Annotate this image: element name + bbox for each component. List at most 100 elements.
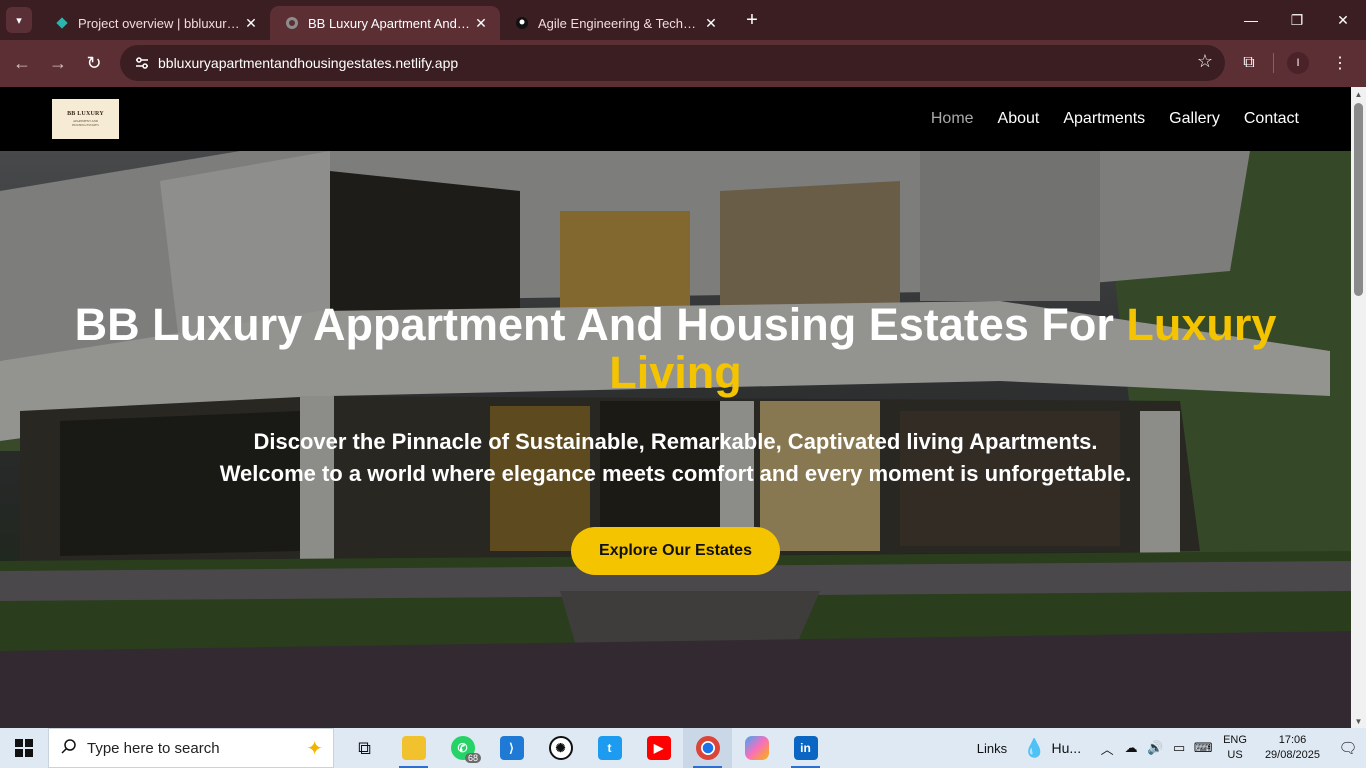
window-controls: — ❐ ✕: [1228, 0, 1366, 40]
clock-time: 17:06: [1278, 734, 1307, 746]
system-tray: Links 💧 Hu... ︿ ☁ 🔊 ▭ ⌨ ENG US 17:06 29/…: [977, 728, 1366, 768]
site-navbar: BB LUXURY APARTMENT AND HOUSING ESTATES …: [0, 87, 1351, 151]
links-toolbar[interactable]: Links: [977, 741, 1007, 756]
scroll-up-icon[interactable]: ▲: [1351, 87, 1366, 101]
chevron-down-icon: ▾: [16, 14, 22, 27]
weather-text: Hu...: [1051, 740, 1082, 756]
whatsapp-badge: 68: [464, 753, 481, 763]
humidity-drop-icon: 💧: [1023, 737, 1046, 758]
file-explorer-icon: [401, 736, 426, 760]
nav-apartments[interactable]: Apartments: [1063, 110, 1145, 128]
close-window-button[interactable]: ✕: [1320, 0, 1366, 40]
puzzle-icon: ⧉: [1243, 54, 1255, 71]
nav-gallery[interactable]: Gallery: [1169, 110, 1220, 128]
nav-home[interactable]: Home: [931, 110, 974, 128]
page-viewport: BB LUXURY APARTMENT AND HOUSING ESTATES …: [0, 87, 1366, 728]
taskbar-apps: ⧉ ✆ 68 ⟩ ✺ t ▶ in: [340, 728, 830, 768]
browser-tab-bar: ▾ Project overview | bbluxuryapar ✕ BB L…: [0, 0, 1366, 40]
site-menu: Home About Apartments Gallery Contact: [931, 87, 1299, 151]
avatar: I: [1287, 52, 1309, 74]
twitter-button[interactable]: t: [585, 728, 634, 768]
toolbar-right: ⧉ I ⋮: [1231, 45, 1358, 81]
forward-button[interactable]: →: [40, 46, 76, 82]
input-language[interactable]: ENG US: [1223, 733, 1247, 763]
linkedin-button[interactable]: in: [781, 728, 830, 768]
chrome-button[interactable]: [683, 728, 732, 768]
task-view-button[interactable]: ⧉: [340, 728, 389, 768]
hero-title: BB Luxury Appartment And Housing Estates…: [0, 301, 1351, 397]
minimize-button[interactable]: —: [1228, 0, 1274, 40]
youtube-button[interactable]: ▶: [634, 728, 683, 768]
extensions-button[interactable]: ⧉: [1231, 45, 1267, 81]
battery-icon[interactable]: ▭: [1167, 740, 1191, 756]
site-logo[interactable]: BB LUXURY APARTMENT AND HOUSING ESTATES: [52, 99, 119, 139]
arrow-right-icon: →: [49, 53, 67, 73]
onedrive-cloud-icon[interactable]: ☁: [1119, 740, 1143, 756]
new-tab-button[interactable]: +: [738, 6, 766, 34]
taskbar-search-box[interactable]: Type here to search ✦: [48, 728, 334, 768]
tab-agile-engineering[interactable]: Agile Engineering & Technical S ✕: [500, 6, 730, 40]
whatsapp-button[interactable]: ✆ 68: [438, 728, 487, 768]
nav-about[interactable]: About: [998, 110, 1040, 128]
keyboard-icon[interactable]: ⌨: [1191, 740, 1215, 756]
vscode-button[interactable]: ⟩: [487, 728, 536, 768]
copilot-button[interactable]: [732, 728, 781, 768]
bookmark-star-icon[interactable]: ☆: [1197, 51, 1213, 72]
browser-toolbar: ← → ↻ bbluxuryapartmentandhousingestates…: [0, 40, 1366, 87]
url-text: bbluxuryapartmentandhousingestates.netli…: [158, 55, 459, 71]
chrome-icon: [695, 736, 720, 760]
back-button[interactable]: ←: [4, 46, 40, 82]
chevron-up-icon[interactable]: ︿: [1095, 739, 1119, 758]
system-clock[interactable]: 17:06 29/08/2025: [1265, 733, 1320, 763]
globe-icon: [284, 15, 300, 31]
tab-bb-luxury[interactable]: BB Luxury Apartment And Hous ✕: [270, 6, 500, 40]
lang-line2: US: [1227, 749, 1243, 761]
chatgpt-icon: ✺: [548, 736, 573, 760]
search-placeholder: Type here to search: [87, 739, 220, 757]
logo-line3: HOUSING ESTATES: [72, 123, 99, 127]
notification-icon[interactable]: 🗨: [1330, 739, 1366, 757]
vscode-icon: ⟩: [499, 736, 524, 760]
close-tab-icon[interactable]: ✕: [472, 15, 490, 32]
windows-logo-icon: [15, 739, 33, 757]
close-tab-icon[interactable]: ✕: [702, 15, 720, 32]
close-tab-icon[interactable]: ✕: [242, 15, 260, 32]
copilot-sparkle-icon: ✦: [306, 737, 323, 760]
file-explorer-button[interactable]: [389, 728, 438, 768]
netlify-diamond-icon: [54, 15, 70, 31]
nav-contact[interactable]: Contact: [1244, 110, 1299, 128]
tab-title: BB Luxury Apartment And Hous: [308, 15, 472, 31]
scrollbar-thumb[interactable]: [1354, 103, 1363, 296]
clock-date: 29/08/2025: [1264, 749, 1320, 761]
explore-estates-button[interactable]: Explore Our Estates: [571, 527, 780, 575]
task-view-icon: ⧉: [358, 737, 371, 758]
profile-button[interactable]: I: [1280, 45, 1316, 81]
lang-line1: ENG: [1223, 734, 1247, 746]
copilot-icon: [744, 736, 769, 760]
toolbar-divider: [1273, 53, 1274, 73]
tab-project-overview[interactable]: Project overview | bbluxuryapar ✕: [40, 6, 270, 40]
logo-line1: BB LUXURY: [67, 111, 104, 117]
hero-subtitle-line2: Welcome to a world where elegance meets …: [219, 461, 1132, 486]
page-scrollbar[interactable]: ▲ ▼: [1351, 87, 1366, 728]
hero-subtitle-line1: Discover the Pinnacle of Sustainable, Re…: [253, 429, 1098, 454]
scroll-down-icon[interactable]: ▼: [1351, 714, 1366, 728]
weather-widget[interactable]: 💧 Hu...: [1023, 738, 1081, 759]
search-icon: [61, 738, 77, 759]
youtube-icon: ▶: [646, 736, 671, 760]
tab-title: Project overview | bbluxuryapar: [78, 15, 242, 31]
start-button[interactable]: [0, 728, 48, 768]
browser-menu-button[interactable]: ⋮: [1322, 45, 1358, 81]
github-icon: [514, 15, 530, 31]
address-bar[interactable]: bbluxuryapartmentandhousingestates.netli…: [120, 45, 1225, 81]
arrow-left-icon: ←: [13, 53, 31, 73]
chatgpt-button[interactable]: ✺: [536, 728, 585, 768]
volume-icon[interactable]: 🔊: [1143, 740, 1167, 756]
site-settings-icon[interactable]: [130, 51, 154, 75]
hero-subtitle: Discover the Pinnacle of Sustainable, Re…: [0, 426, 1351, 490]
more-vert-icon: ⋮: [1332, 55, 1348, 72]
tab-search-button[interactable]: ▾: [6, 7, 32, 33]
maximize-button[interactable]: ❐: [1274, 0, 1320, 40]
reload-button[interactable]: ↻: [76, 46, 112, 82]
tab-title: Agile Engineering & Technical S: [538, 15, 702, 31]
